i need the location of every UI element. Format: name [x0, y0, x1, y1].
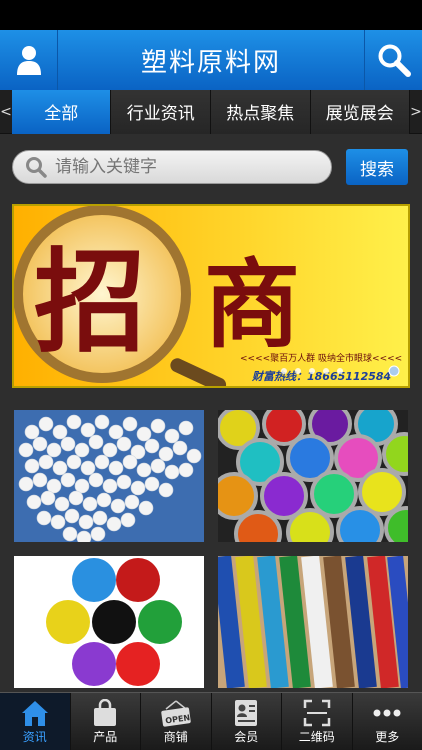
- nav-news[interactable]: 资讯: [0, 693, 71, 750]
- nav-shops[interactable]: OPEN 商铺: [141, 693, 212, 750]
- nav-more-label: 更多: [375, 730, 400, 744]
- search-top-button[interactable]: [364, 30, 422, 90]
- nav-qrcode-label: 二维码: [298, 730, 335, 744]
- granule-strips-image[interactable]: [218, 556, 408, 688]
- banner-hotline: 财富热线：18665112584: [251, 370, 391, 383]
- qr-scan-icon: [303, 699, 330, 727]
- magnifier-icon: [26, 157, 47, 178]
- bottom-nav: 资讯 产品 OPEN 商铺 会员 二维码 更多: [0, 692, 422, 750]
- colored-granules-image[interactable]: [14, 556, 204, 688]
- white-pellets-image[interactable]: [14, 410, 204, 542]
- search-icon: [378, 44, 411, 77]
- nav-members[interactable]: 会员: [212, 693, 282, 750]
- tabs-right-arrow[interactable]: >: [410, 104, 422, 120]
- tab-all[interactable]: 全部: [11, 89, 112, 134]
- tab-industry-news[interactable]: 行业资讯: [111, 89, 211, 134]
- status-bar: [0, 0, 422, 30]
- user-button[interactable]: [0, 30, 58, 90]
- nav-products-label: 产品: [93, 730, 118, 744]
- nav-news-label: 资讯: [22, 730, 47, 744]
- search-box[interactable]: [12, 150, 332, 184]
- tab-hot-topics[interactable]: 热点聚焦: [211, 89, 311, 134]
- banner-slogan: <<<<聚百万人群 吸纳全市眼球<<<<: [240, 352, 402, 364]
- nav-more[interactable]: 更多: [353, 693, 422, 750]
- paint-cans-image[interactable]: [218, 410, 408, 542]
- member-card-icon: [235, 700, 258, 726]
- more-dots-icon: [373, 709, 401, 717]
- nav-products[interactable]: 产品: [71, 693, 141, 750]
- user-icon: [16, 46, 41, 75]
- search-input[interactable]: [55, 157, 295, 177]
- shopping-bag-icon: [94, 699, 117, 726]
- app-title: 塑料原料网: [140, 47, 281, 78]
- banner-big-char-2: 商: [204, 248, 300, 361]
- category-tabs: < 全部 行业资讯 热点聚焦 展览展会 >: [0, 89, 422, 134]
- home-icon: [21, 701, 48, 726]
- search-button[interactable]: 搜索: [346, 149, 408, 185]
- header-bar: 塑料原料网: [0, 30, 422, 90]
- open-sign-icon: OPEN: [161, 700, 191, 727]
- app-screen: 塑料原料网 < 全部 行业资讯 热点聚焦 展览展会 > 搜索: [0, 0, 422, 750]
- banner-big-char-1: 招: [34, 237, 146, 368]
- promo-banner[interactable]: 招 商 <<<<聚百万人群 吸纳全市眼球<<<< 财富热线：1866511258…: [12, 204, 410, 388]
- nav-qrcode[interactable]: 二维码: [282, 693, 353, 750]
- nav-shops-label: 商铺: [163, 730, 188, 744]
- tabs-left-arrow[interactable]: <: [0, 104, 12, 120]
- search-row: 搜索: [0, 134, 422, 200]
- nav-members-label: 会员: [234, 730, 259, 744]
- tab-exhibitions[interactable]: 展览展会: [310, 89, 411, 134]
